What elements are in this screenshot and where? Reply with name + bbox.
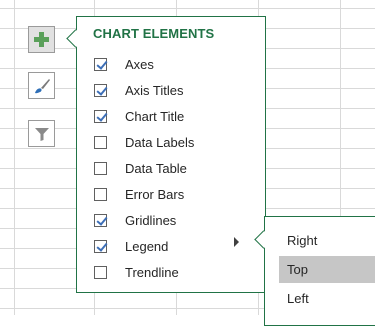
- panel-title: CHART ELEMENTS: [93, 26, 215, 41]
- legend-checkbox[interactable]: [94, 239, 107, 253]
- legend-option-left[interactable]: Left: [279, 285, 375, 312]
- item-label: Data Table: [125, 160, 187, 176]
- item-axis-titles[interactable]: Axis Titles: [94, 77, 194, 103]
- item-gridlines[interactable]: Gridlines: [94, 207, 194, 233]
- chart-styles-button[interactable]: [28, 72, 55, 99]
- plus-icon: [34, 32, 49, 47]
- chart-elements-panel: CHART ELEMENTS Axes Axis Titles Chart Ti…: [76, 16, 266, 293]
- item-label: Axes: [125, 56, 154, 72]
- legend-option-top[interactable]: Top: [279, 256, 375, 283]
- data-table-checkbox[interactable]: [94, 161, 107, 175]
- brush-icon: [34, 78, 50, 93]
- item-data-labels[interactable]: Data Labels: [94, 129, 194, 155]
- chart-title-checkbox[interactable]: [94, 109, 107, 123]
- item-trendline[interactable]: Trendline: [94, 259, 194, 285]
- item-label: Data Labels: [125, 134, 195, 150]
- legend-submenu-arrow-icon[interactable]: [234, 237, 239, 247]
- axis-titles-checkbox[interactable]: [94, 83, 107, 97]
- chart-filters-button[interactable]: [28, 120, 55, 147]
- item-legend[interactable]: Legend: [94, 233, 194, 259]
- legend-option-right[interactable]: Right: [279, 227, 375, 254]
- error-bars-checkbox[interactable]: [94, 187, 107, 201]
- axes-checkbox[interactable]: [94, 57, 107, 71]
- gridlines-checkbox[interactable]: [94, 213, 107, 227]
- chart-elements-list: Axes Axis Titles Chart Title Data Labels…: [94, 51, 194, 285]
- item-error-bars[interactable]: Error Bars: [94, 181, 194, 207]
- item-axes[interactable]: Axes: [94, 51, 194, 77]
- item-chart-title[interactable]: Chart Title: [94, 103, 194, 129]
- item-label: Trendline: [125, 264, 179, 280]
- legend-position-submenu: Right Top Left: [264, 216, 375, 326]
- data-labels-checkbox[interactable]: [94, 135, 107, 149]
- trendline-checkbox[interactable]: [94, 265, 107, 279]
- item-label: Gridlines: [125, 212, 177, 228]
- item-data-table[interactable]: Data Table: [94, 155, 194, 181]
- filter-icon: [34, 127, 49, 141]
- item-label: Chart Title: [125, 108, 185, 124]
- chart-elements-button[interactable]: [28, 26, 55, 53]
- item-label: Error Bars: [125, 186, 185, 202]
- item-label: Axis Titles: [125, 82, 184, 98]
- item-label: Legend: [125, 238, 169, 254]
